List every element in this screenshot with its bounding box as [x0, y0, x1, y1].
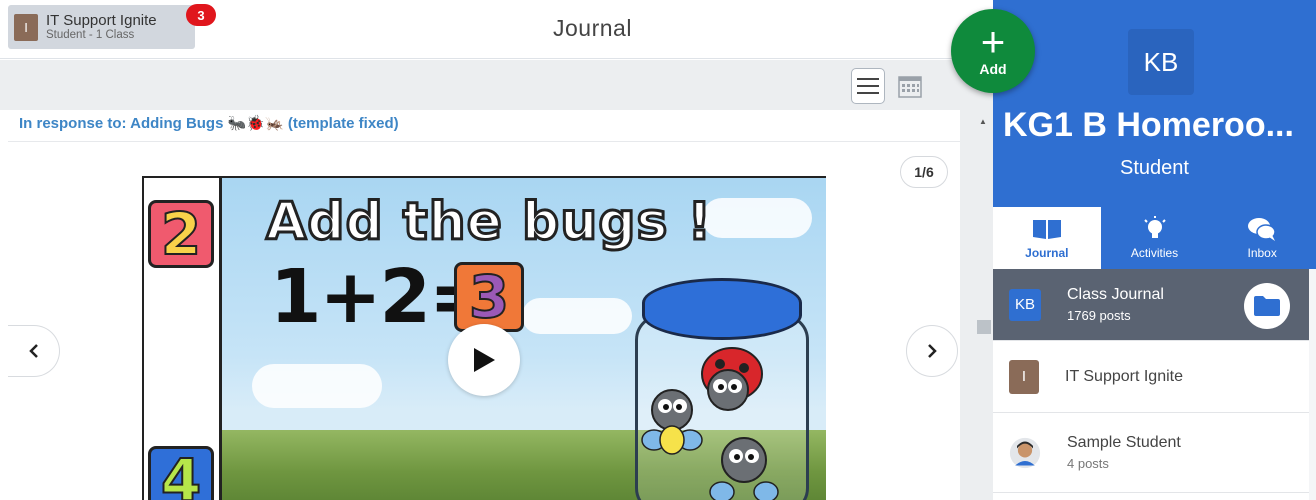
- account-avatar: I: [14, 13, 38, 41]
- scrollbar-track[interactable]: [960, 110, 993, 500]
- account-role: Student - 1 Class: [46, 29, 135, 42]
- row-title: Class Journal: [1067, 285, 1164, 303]
- class-header: KB KG1 B Homeroo... Student: [993, 0, 1316, 207]
- tab-journal-label: Journal: [1025, 246, 1069, 260]
- notification-badge[interactable]: 3: [186, 4, 216, 26]
- folder-button[interactable]: [1244, 283, 1290, 329]
- top-bar: I IT Support Ignite Student - 1 Class 3 …: [0, 0, 993, 59]
- class-name[interactable]: KG1 B Homeroo...: [1003, 106, 1294, 145]
- sidebar-item-it-support-ignite[interactable]: I IT Support Ignite: [993, 341, 1309, 413]
- scrollbar-thumb[interactable]: [977, 320, 991, 334]
- add-button[interactable]: + Add: [951, 9, 1035, 93]
- page-title: Journal: [553, 15, 632, 41]
- sidebar: KB KG1 B Homeroo... Student Journal Acti…: [993, 0, 1316, 500]
- sidebar-item-class-journal[interactable]: KB Class Journal 1769 posts: [993, 269, 1309, 341]
- row-title: Sample Student: [1067, 433, 1181, 451]
- number-strip: 2 4: [142, 178, 222, 500]
- member-avatar: I: [1009, 359, 1039, 394]
- calendar-icon: [898, 76, 922, 98]
- cloud-shape: [522, 298, 632, 334]
- row-subtitle: 4 posts: [1067, 455, 1109, 471]
- cloud-shape: [702, 198, 812, 238]
- account-name: IT Support Ignite: [46, 11, 157, 29]
- plus-icon: +: [980, 18, 1006, 65]
- response-prefix: In response to: Adding Bugs: [19, 115, 224, 132]
- chat-icon: [1248, 218, 1276, 241]
- tab-activities-label: Activities: [1130, 246, 1179, 260]
- class-journal-avatar: KB: [1009, 288, 1041, 321]
- book-icon: [1032, 220, 1061, 239]
- divider: [8, 141, 960, 142]
- lightbulb-icon: [1143, 216, 1166, 238]
- number-tile: 2: [148, 199, 214, 269]
- list-icon: [857, 78, 879, 94]
- previous-page-button[interactable]: [8, 325, 60, 377]
- slide-title: Add the bugs !: [264, 191, 713, 254]
- tab-journal[interactable]: Journal: [993, 207, 1101, 269]
- class-avatar: KB: [1128, 29, 1194, 95]
- student-avatar: [1009, 437, 1041, 469]
- student-avatar-icon: [1009, 437, 1041, 468]
- cloud-shape: [252, 364, 382, 408]
- play-icon: [474, 348, 495, 372]
- answer-tile: 3: [454, 262, 524, 332]
- sidebar-item-next[interactable]: [993, 493, 1309, 500]
- class-role: Student: [1120, 157, 1189, 179]
- tab-inbox[interactable]: Inbox: [1208, 207, 1316, 269]
- row-title: IT Support Ignite: [1065, 367, 1183, 385]
- play-button[interactable]: [448, 324, 520, 396]
- response-emoji: 🐜🐞🦗: [227, 115, 284, 132]
- add-label: Add: [979, 61, 1007, 77]
- slide-video[interactable]: 2 4 Add the bugs ! 1+2= 3: [142, 176, 826, 500]
- response-suffix: (template fixed): [287, 115, 399, 132]
- number-tile: 4: [148, 445, 214, 500]
- folder-icon: [1254, 296, 1280, 316]
- view-toolbar: [0, 60, 993, 110]
- account-switcher[interactable]: I IT Support Ignite Student - 1 Class: [8, 5, 195, 49]
- bugs-illustration: [641, 347, 779, 500]
- sidebar-item-sample-student[interactable]: Sample Student 4 posts: [993, 413, 1309, 493]
- tab-activities[interactable]: Activities: [1100, 207, 1209, 269]
- calendar-view-button[interactable]: [893, 68, 927, 104]
- scroll-up-arrow-icon[interactable]: ▲: [979, 117, 987, 126]
- chevron-right-icon: [928, 344, 937, 358]
- tab-inbox-label: Inbox: [1247, 246, 1277, 260]
- page-counter: 1/6: [900, 156, 948, 188]
- response-link[interactable]: In response to: Adding Bugs 🐜🐞🦗 (templat…: [19, 114, 399, 132]
- list-view-button[interactable]: [851, 68, 885, 104]
- sidebar-tabs: Journal Activities Inbox: [993, 207, 1316, 269]
- next-page-button[interactable]: [906, 325, 958, 377]
- chevron-left-icon: [28, 344, 38, 358]
- row-subtitle: 1769 posts: [1067, 307, 1131, 323]
